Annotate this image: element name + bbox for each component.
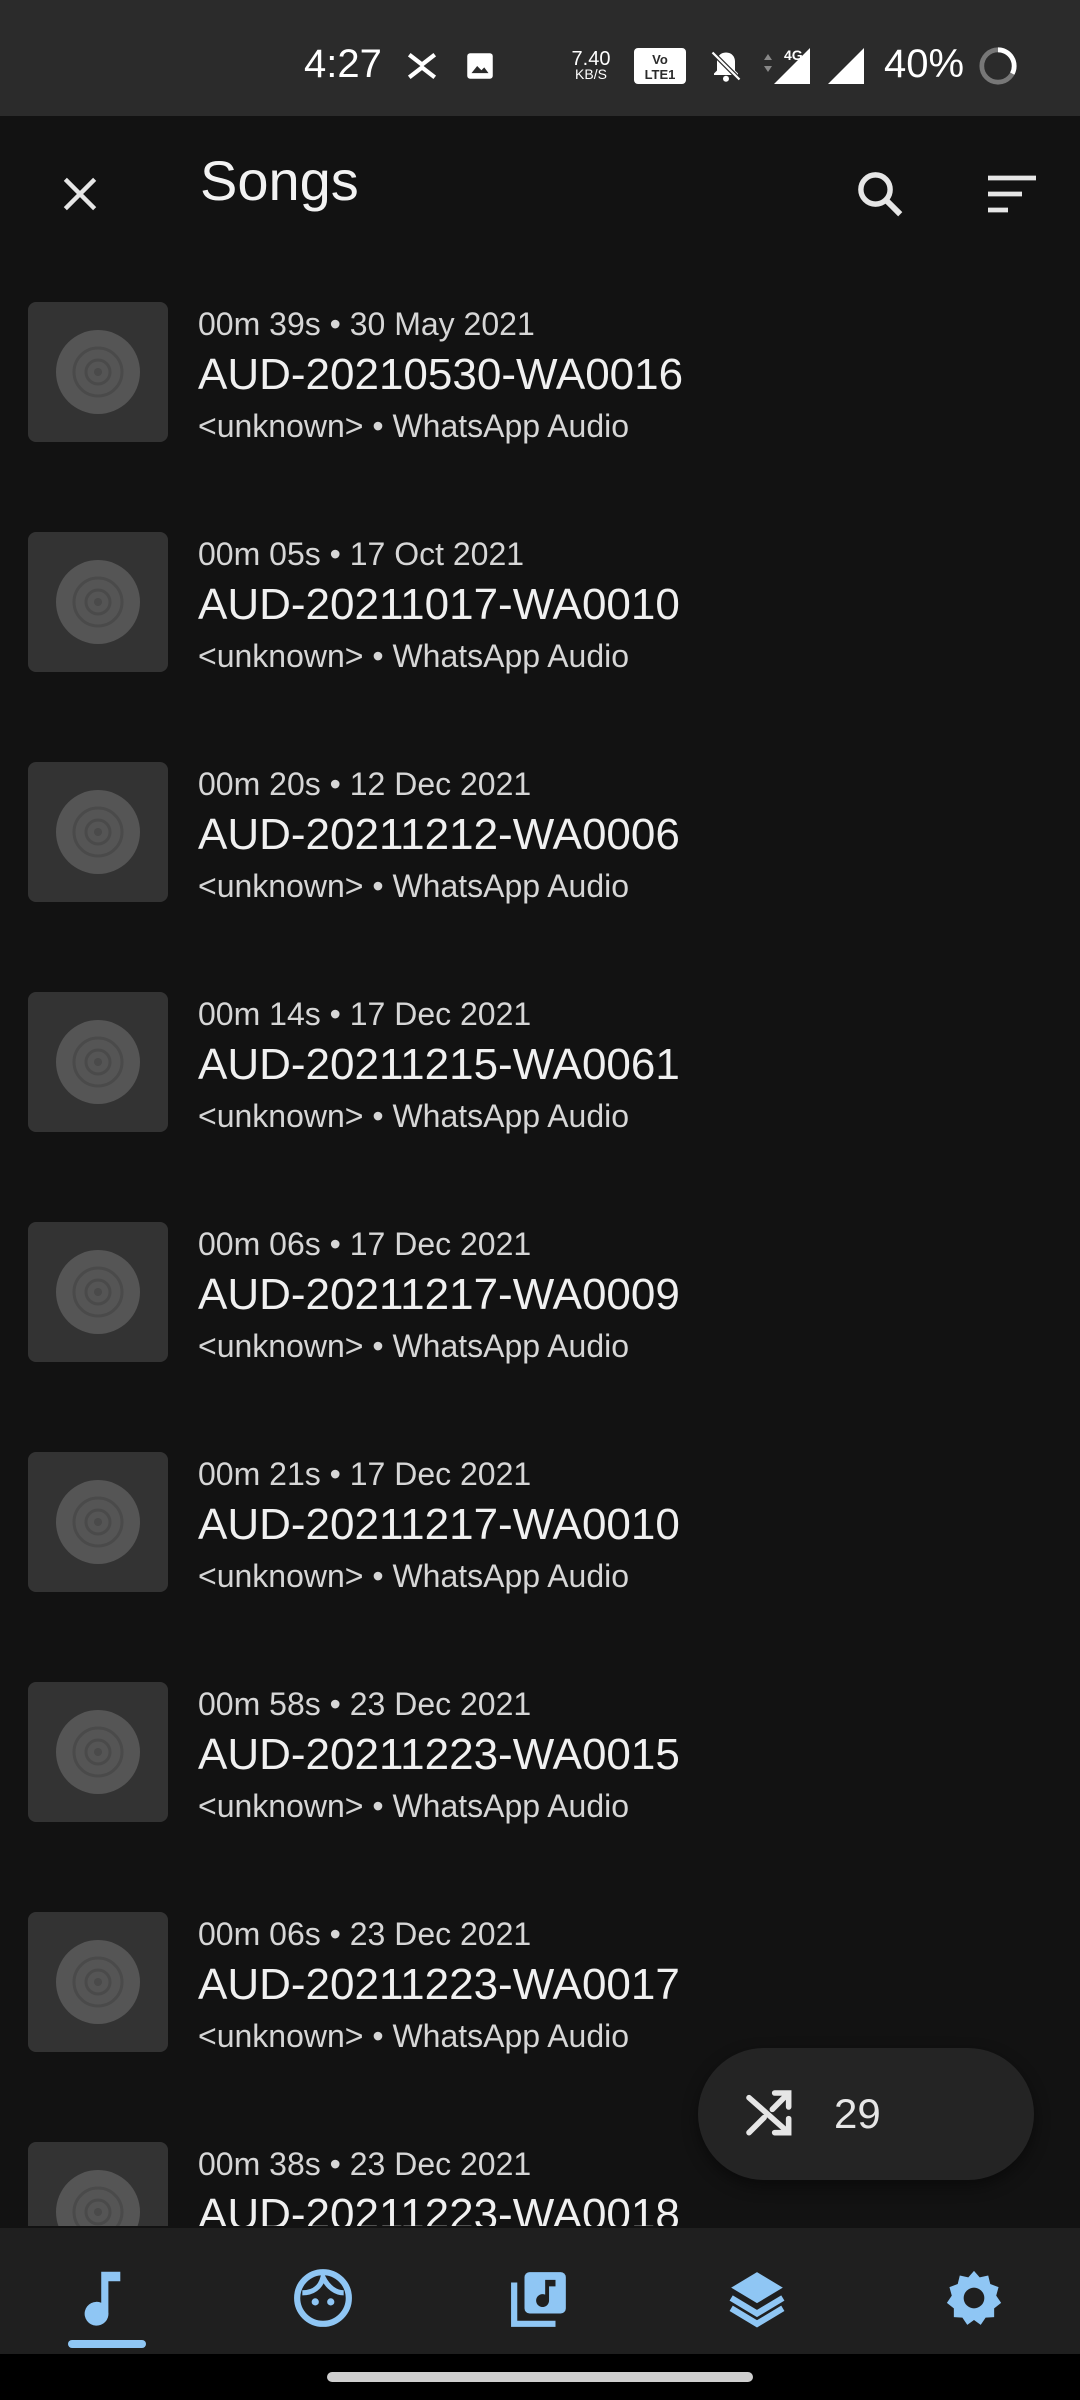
signal-icon [826,46,866,86]
svg-text:Vo: Vo [652,52,668,67]
home-gesture-handle[interactable] [327,2372,753,2382]
nav-artists[interactable] [273,2248,373,2348]
bell-off-icon [706,46,746,86]
layers-icon [729,2272,785,2328]
network-speed-value: 7.40 [571,48,611,70]
app-notification-icon [402,46,442,86]
close-icon [63,177,97,211]
nav-playlists[interactable] [707,2248,807,2348]
shuffle-count: 29 [834,2090,881,2137]
song-list[interactable]: 00m 39s • 30 May 2021 AUD-20210530-WA001… [0,246,1080,2226]
song-title: AUD-20211217-WA0009 [198,1270,680,1319]
disc-icon [56,1480,140,1564]
disc-icon [56,790,140,874]
app-bar: Songs [0,116,1080,246]
signal-4g-icon: 4G [760,46,814,86]
song-meta: 00m 06s • 23 Dec 2021 [198,1916,532,1952]
song-meta: 00m 20s • 12 Dec 2021 [198,766,532,802]
album-art [28,1222,168,1362]
search-icon [858,172,903,217]
shuffle-icon [740,2084,800,2144]
album-art [28,1452,168,1592]
library-music-icon [511,2272,566,2327]
nav-albums[interactable] [490,2248,590,2348]
face-icon [294,2269,352,2327]
status-time: 4:27 [304,42,382,86]
settings-icon [946,2270,1002,2325]
bottom-navigation [0,2228,1080,2354]
song-title: AUD-20211215-WA0061 [198,1040,680,1089]
song-title: AUD-20210530-WA0016 [198,350,684,399]
search-button[interactable] [840,154,920,234]
song-meta: 00m 58s • 23 Dec 2021 [198,1686,532,1722]
song-meta: 00m 38s • 23 Dec 2021 [198,2146,532,2182]
song-subtitle: <unknown> • WhatsApp Audio [198,2018,630,2054]
network-speed: 7.40 KB/S [566,48,616,82]
song-row[interactable]: 00m 39s • 30 May 2021 AUD-20210530-WA001… [0,246,1080,476]
music-note-icon [84,2271,121,2326]
album-art [28,2142,168,2226]
disc-icon [56,330,140,414]
album-art [28,1912,168,2052]
song-subtitle: <unknown> • WhatsApp Audio [198,868,630,904]
song-title: AUD-20211223-WA0018 [198,2190,680,2226]
song-subtitle: <unknown> • WhatsApp Audio [198,1558,630,1594]
sort-icon [988,175,1036,213]
song-row[interactable]: 00m 21s • 17 Dec 2021 AUD-20211217-WA001… [0,1396,1080,1626]
song-subtitle: <unknown> • WhatsApp Audio [198,638,630,674]
album-art [28,1682,168,1822]
song-meta: 00m 14s • 17 Dec 2021 [198,996,532,1032]
nav-songs[interactable] [56,2248,156,2348]
sort-button[interactable] [972,154,1052,234]
song-row[interactable]: 00m 20s • 12 Dec 2021 AUD-20211212-WA000… [0,706,1080,936]
disc-icon [56,560,140,644]
album-art [28,762,168,902]
disc-icon [56,1020,140,1104]
song-title: AUD-20211223-WA0017 [198,1960,680,2009]
song-row[interactable]: 00m 05s • 17 Oct 2021 AUD-20211017-WA001… [0,476,1080,706]
album-art [28,302,168,442]
active-tab-indicator [68,2340,146,2348]
song-subtitle: <unknown> • WhatsApp Audio [198,1098,630,1134]
song-meta: 00m 39s • 30 May 2021 [198,306,535,342]
close-button[interactable] [40,154,120,234]
volte-icon: Vo LTE1 [632,46,688,86]
battery-icon [978,46,1018,86]
album-art [28,992,168,1132]
nav-settings[interactable] [924,2248,1024,2348]
song-subtitle: <unknown> • WhatsApp Audio [198,1788,630,1824]
disc-icon [56,1710,140,1794]
disc-icon [56,1940,140,2024]
image-icon [460,46,500,86]
gesture-bar [0,2354,1080,2400]
disc-icon [56,2170,140,2226]
song-meta: 00m 21s • 17 Dec 2021 [198,1456,532,1492]
song-meta: 00m 06s • 17 Dec 2021 [198,1226,532,1262]
page-title: Songs [200,149,359,212]
song-title: AUD-20211223-WA0015 [198,1730,680,1779]
song-row[interactable]: 00m 14s • 17 Dec 2021 AUD-20211215-WA006… [0,936,1080,1166]
song-subtitle: <unknown> • WhatsApp Audio [198,1328,630,1364]
battery-percent: 40% [884,42,965,86]
network-type: 4G [784,47,803,63]
song-title: AUD-20211017-WA0010 [198,580,680,629]
song-meta: 00m 05s • 17 Oct 2021 [198,536,525,572]
shuffle-button[interactable]: 29 [698,2048,1034,2180]
album-art [28,532,168,672]
svg-text:LTE1: LTE1 [645,67,676,82]
status-bar: 4:27 7.40 KB/S Vo LTE1 4G 40% [0,0,1080,116]
song-subtitle: <unknown> • WhatsApp Audio [198,408,630,444]
song-row[interactable]: 00m 58s • 23 Dec 2021 AUD-20211223-WA001… [0,1626,1080,1856]
disc-icon [56,1250,140,1334]
song-row[interactable]: 00m 06s • 17 Dec 2021 AUD-20211217-WA000… [0,1166,1080,1396]
song-title: AUD-20211212-WA0006 [198,810,680,859]
song-title: AUD-20211217-WA0010 [198,1500,680,1549]
